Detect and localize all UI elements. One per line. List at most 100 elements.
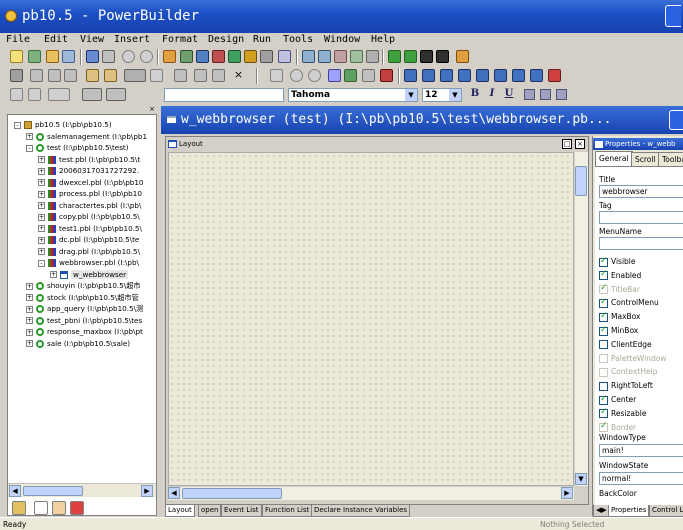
datawindow-icon[interactable]: [180, 50, 193, 63]
db-icon-5[interactable]: [476, 69, 489, 82]
scroll-thumb[interactable]: [23, 486, 83, 496]
workspace-tab-icon[interactable]: [12, 501, 26, 515]
db-icon-7[interactable]: [512, 69, 525, 82]
checkbox-enabled[interactable]: Enabled: [599, 269, 641, 281]
maximize-icon[interactable]: □: [562, 139, 572, 149]
object-tab-icon[interactable]: [52, 501, 66, 515]
expand-icon[interactable]: +: [38, 179, 45, 186]
checkbox-box[interactable]: [599, 381, 608, 391]
checkbox-clientedge[interactable]: ClientEdge: [599, 340, 652, 350]
background-color-icon[interactable]: [106, 88, 126, 101]
checkbox-box[interactable]: [599, 325, 608, 336]
cut-icon[interactable]: [30, 69, 43, 82]
expand-icon[interactable]: +: [38, 248, 45, 255]
tree-item[interactable]: + process.pbl (I:\pb\pb10: [38, 188, 142, 200]
tree-item[interactable]: + copy.pbl (I:\pb\pb10.5\: [38, 211, 140, 223]
checkbox-box[interactable]: [599, 269, 608, 281]
expand-icon[interactable]: +: [26, 340, 33, 347]
checkbox-box[interactable]: [599, 297, 608, 308]
layout-vertical-scrollbar[interactable]: ▼: [575, 152, 588, 486]
send-back-icon[interactable]: [28, 88, 41, 101]
checkbox-box[interactable]: [599, 407, 608, 419]
style-combobox[interactable]: [164, 88, 284, 102]
expand-icon[interactable]: +: [38, 202, 45, 209]
title-bar[interactable]: pb10.5 - PowerBuilder: [0, 0, 683, 33]
collapse-icon[interactable]: -: [14, 121, 21, 129]
menu-view[interactable]: View: [80, 34, 104, 45]
db-icon-6[interactable]: [494, 69, 507, 82]
scroll-right-icon[interactable]: ▶: [561, 487, 573, 499]
tag-field[interactable]: [599, 211, 683, 224]
menuname-field[interactable]: [599, 237, 683, 250]
bold-button[interactable]: B: [469, 88, 481, 102]
tab-general[interactable]: General: [595, 151, 633, 166]
checkbox-visible[interactable]: Visible: [599, 256, 636, 267]
checkbox-righttoleft[interactable]: RightToLeft: [599, 381, 653, 391]
scroll-thumb[interactable]: [575, 166, 587, 196]
align-icon[interactable]: [174, 69, 187, 82]
space-icon[interactable]: [194, 69, 207, 82]
script-icon[interactable]: [344, 69, 357, 82]
sort-icon[interactable]: [362, 69, 375, 82]
database-icon[interactable]: [260, 50, 273, 63]
align-right-icon[interactable]: [556, 89, 567, 100]
comment-icon[interactable]: [308, 69, 321, 82]
checkbox-maxbox[interactable]: MaxBox: [599, 311, 640, 322]
tree-item[interactable]: + w_webbrowser: [50, 269, 129, 281]
layout-horizontal-scrollbar[interactable]: ◀ ▶: [168, 487, 574, 500]
tree-item[interactable]: + salemanagement (I:\pb\pb1: [26, 131, 147, 143]
font-size-combobox[interactable]: 12 ▼: [422, 88, 462, 102]
painter-minimize-button[interactable]: [669, 110, 683, 130]
expand-icon[interactable]: +: [26, 305, 33, 313]
collapse-icon[interactable]: -: [26, 144, 33, 152]
user-object-icon[interactable]: [244, 50, 257, 63]
db-icon-8[interactable]: [530, 69, 543, 82]
expand-icon[interactable]: +: [38, 236, 45, 244]
paste-icon[interactable]: [64, 69, 77, 82]
tree-horizontal-scrollbar[interactable]: ◀ ▶: [8, 483, 156, 497]
build-icon[interactable]: [318, 50, 331, 63]
menu-help[interactable]: Help: [371, 34, 395, 45]
expand-icon[interactable]: +: [38, 213, 45, 221]
copy-icon[interactable]: [48, 69, 61, 82]
menu-painter-icon[interactable]: [196, 50, 209, 63]
italic-button[interactable]: I: [486, 88, 498, 102]
tree-item[interactable]: + response_maxbox (I:\pb\pt: [26, 326, 143, 338]
run-icon[interactable]: [388, 50, 401, 63]
debug-run-icon[interactable]: [420, 50, 433, 63]
tree-item[interactable]: + app_query (I:\pb\pb10.5\测: [26, 303, 143, 315]
todo-icon[interactable]: [122, 50, 135, 63]
checkbox-center[interactable]: Center: [599, 394, 636, 405]
checkbox-box[interactable]: [599, 394, 608, 405]
expand-icon[interactable]: +: [26, 294, 33, 301]
tab-order-icon[interactable]: [328, 69, 341, 82]
checkbox-box[interactable]: [599, 256, 608, 267]
align-center-icon[interactable]: [540, 89, 551, 100]
save-icon[interactable]: [10, 69, 23, 82]
tree-item[interactable]: + dc.pbl (I:\pb\pb10.5\te: [38, 234, 139, 246]
tree-item[interactable]: + stock (I:\pb\pb10.5\超市管: [26, 292, 139, 304]
checkbox-controlmenu[interactable]: ControlMenu: [599, 297, 659, 308]
windowtype-dropdown[interactable]: main!: [599, 444, 683, 457]
db-icon-4[interactable]: [458, 69, 471, 82]
expand-icon[interactable]: +: [38, 225, 45, 232]
db-icon-2[interactable]: [422, 69, 435, 82]
font-name-combobox[interactable]: Tahoma ▼: [288, 88, 418, 102]
debug-select-icon[interactable]: [436, 50, 449, 63]
tree-item[interactable]: + charactertes.pbl (I:\pb\: [38, 200, 141, 212]
db-icon-9[interactable]: [548, 69, 561, 82]
menu-design[interactable]: Design: [208, 34, 244, 45]
new-icon[interactable]: [10, 50, 23, 63]
expand-icon[interactable]: +: [26, 317, 33, 324]
chevron-down-icon[interactable]: ▼: [405, 89, 417, 101]
scroll-left-icon[interactable]: ◀: [168, 487, 180, 499]
debug-icon[interactable]: [350, 50, 363, 63]
grid-icon[interactable]: [270, 69, 283, 82]
expand-icon[interactable]: +: [38, 190, 45, 198]
align-left-icon[interactable]: [524, 89, 535, 100]
open-folder-icon[interactable]: [46, 50, 59, 63]
project-icon[interactable]: [302, 50, 315, 63]
system-tree-icon[interactable]: [86, 50, 99, 63]
tree-item[interactable]: + test1.pbl (I:\pb\pb10.5\: [38, 223, 142, 235]
tree-item[interactable]: + dwexcel.pbl (I:\pb\pb10: [38, 177, 144, 189]
